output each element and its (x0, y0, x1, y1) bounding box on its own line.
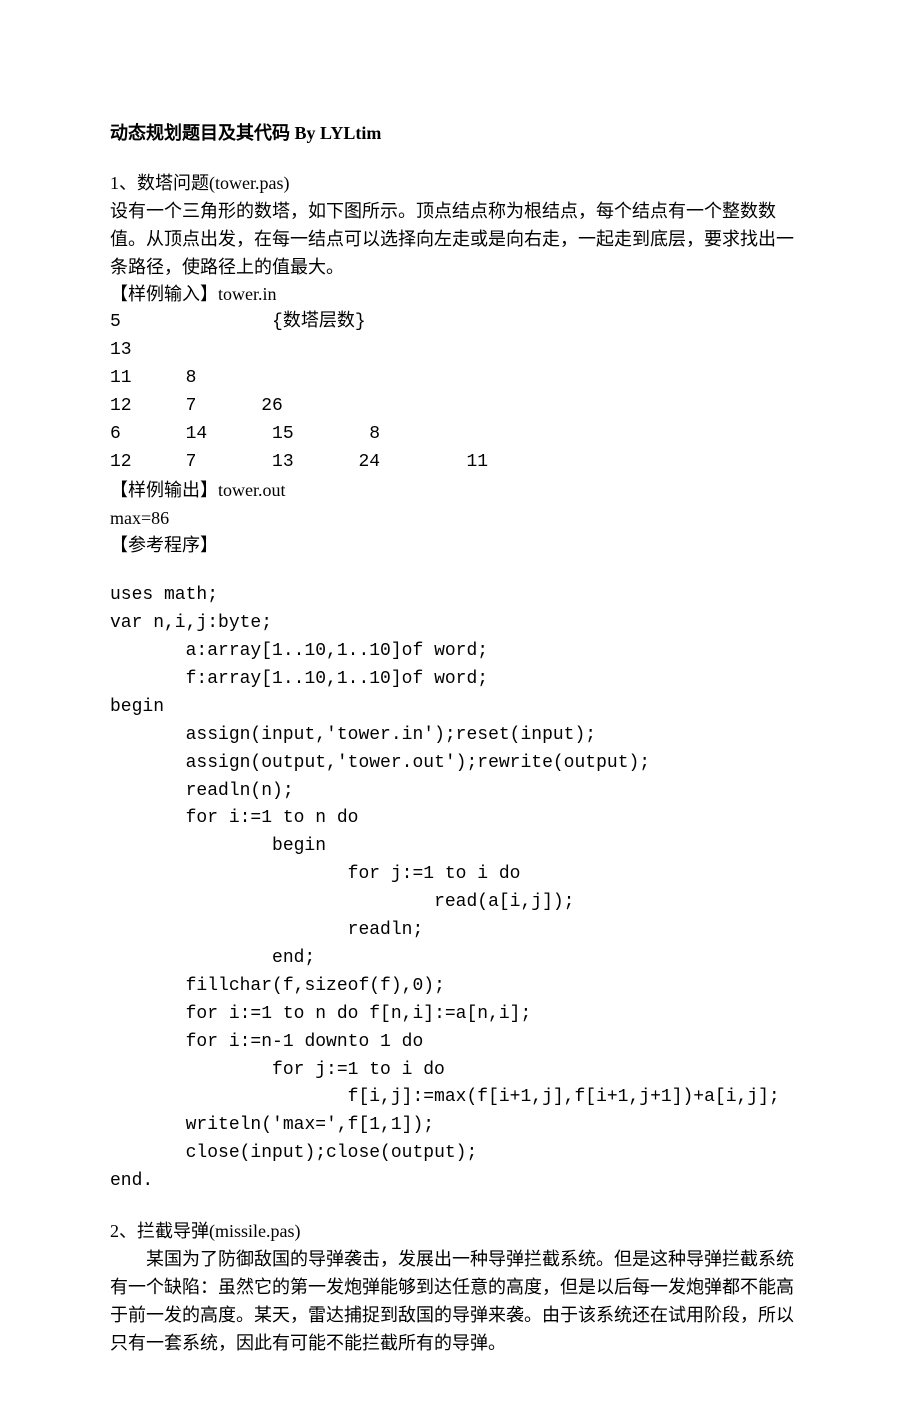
sample-input-label: 【样例输入】tower.in (110, 281, 810, 309)
problem-1-heading: 1、数塔问题(tower.pas) (110, 170, 810, 198)
sample-input-block: 5 {数塔层数} 13 11 8 12 7 26 6 14 15 8 12 7 … (110, 309, 810, 476)
reference-program-label: 【参考程序】 (110, 532, 810, 560)
document-page: 动态规划题目及其代码 By LYLtim 1、数塔问题(tower.pas) 设… (0, 0, 920, 1417)
sample-output-label: 【样例输出】tower.out (110, 477, 810, 505)
spacer (110, 560, 810, 582)
problem-1-description: 设有一个三角形的数塔，如下图所示。顶点结点称为根结点，每个结点有一个整数数值。从… (110, 198, 810, 282)
spacer (110, 148, 810, 170)
document-title: 动态规划题目及其代码 By LYLtim (110, 120, 810, 148)
spacer (110, 1196, 810, 1218)
problem-2-heading: 2、拦截导弹(missile.pas) (110, 1218, 810, 1246)
sample-output-block: max=86 (110, 505, 810, 533)
code-block: uses math; var n,i,j:byte; a:array[1..10… (110, 582, 810, 1196)
